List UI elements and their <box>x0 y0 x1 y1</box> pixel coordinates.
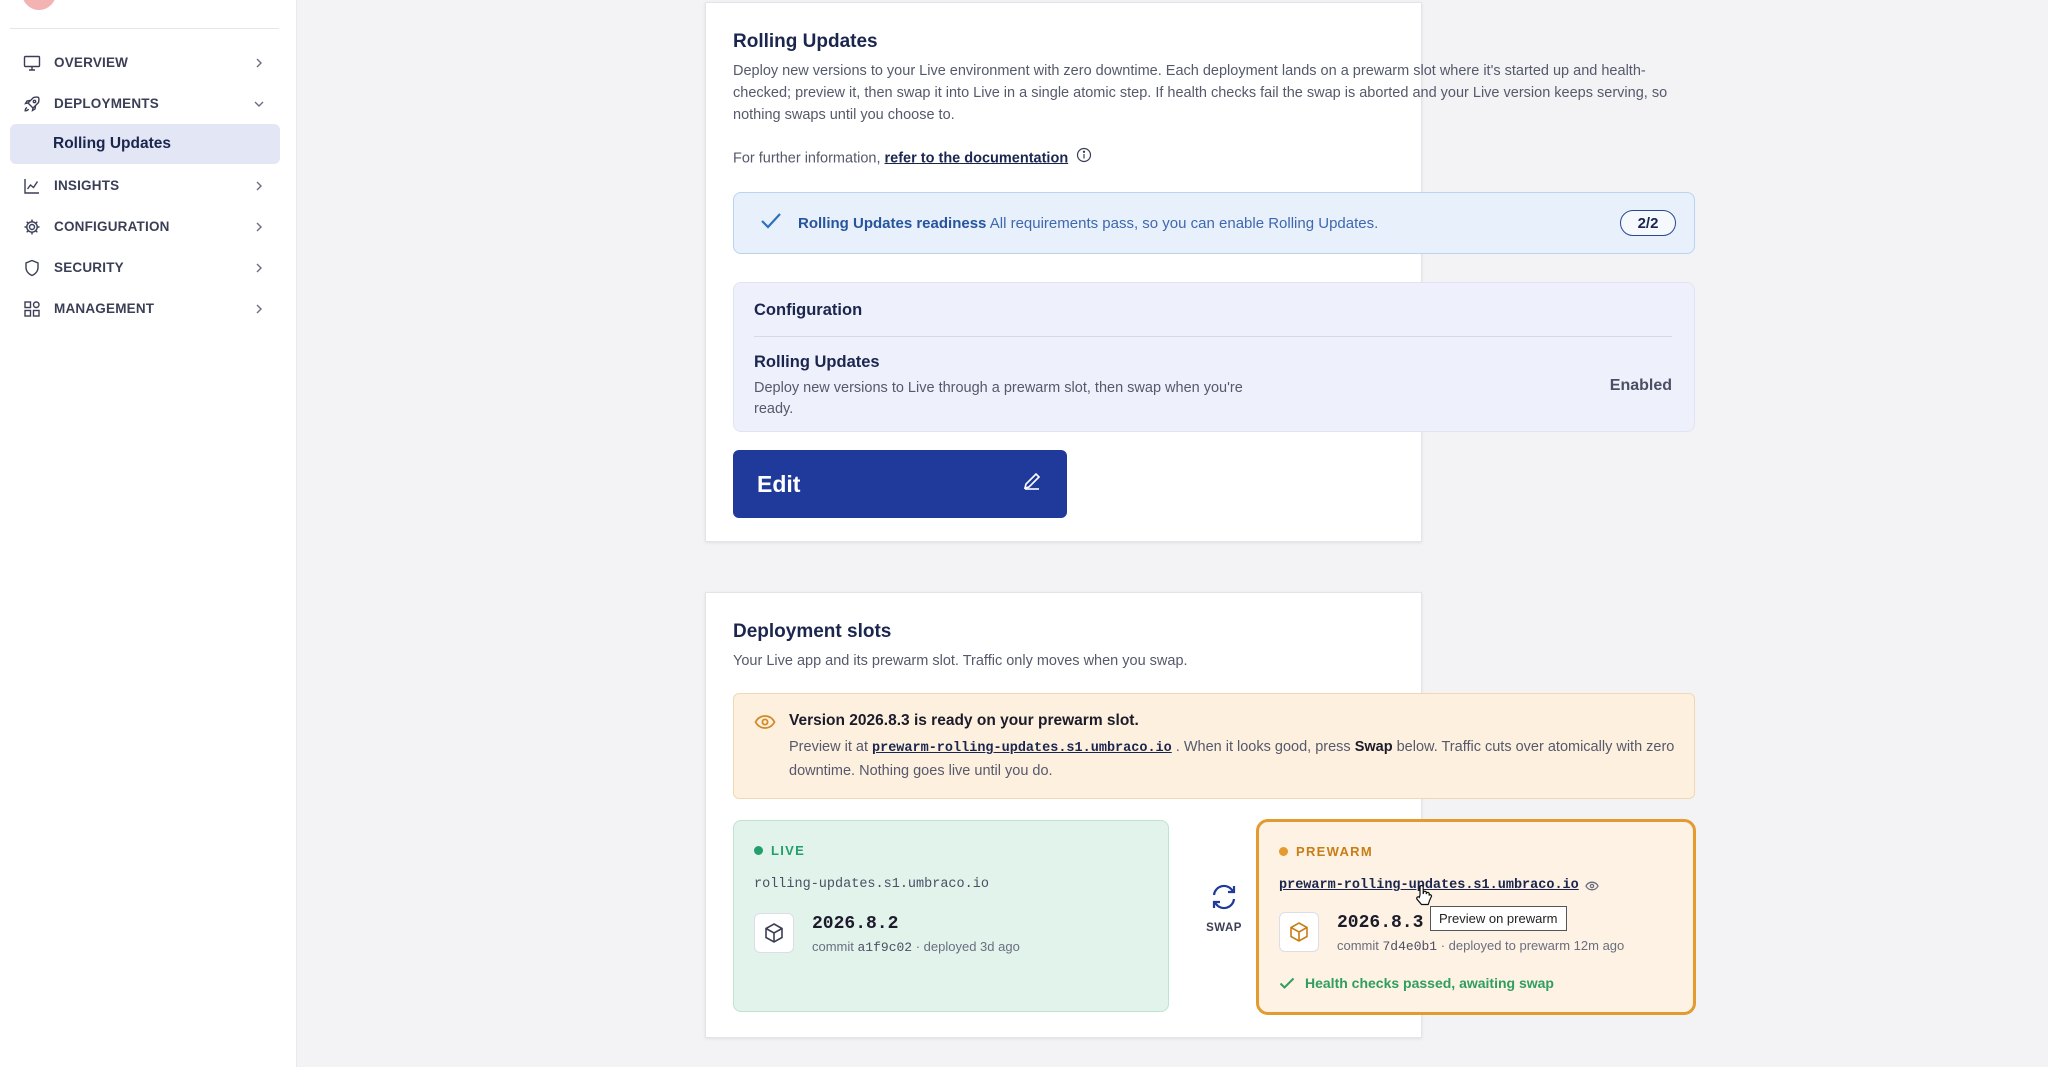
sidebar-item-label: INSIGHTS <box>54 178 120 193</box>
prewarm-commit-prefix: commit <box>1337 938 1383 953</box>
preview-eye-icon[interactable] <box>1584 880 1599 892</box>
prewarm-slot-label: PREWARM <box>1296 844 1373 859</box>
sidebar-item-label: OVERVIEW <box>54 55 129 70</box>
sidebar: OVERVIEW DEPLOYMENTS Rolling Updates INS… <box>0 0 297 1067</box>
chevron-right-icon <box>252 220 266 234</box>
requirements-count-badge: 2/2 <box>1620 210 1676 236</box>
chevron-right-icon <box>252 302 266 316</box>
rolling-updates-title: Rolling Updates <box>733 31 878 52</box>
chevron-right-icon <box>252 261 266 275</box>
prewarm-banner-mid: . When it looks good, press <box>1171 739 1355 755</box>
prewarm-version: 2026.8.3 <box>1337 913 1424 933</box>
live-slot-url: rolling-updates.s1.umbraco.io <box>754 877 989 892</box>
hand-cursor-icon <box>1414 884 1434 913</box>
sidebar-item-label: SECURITY <box>54 260 124 275</box>
live-commit-hash: a1f9c02 <box>857 940 913 955</box>
config-row-status: Enabled <box>1609 377 1672 394</box>
deployment-slots-subtitle: Your Live app and its prewarm slot. Traf… <box>733 653 1188 669</box>
swap-icon <box>1208 884 1240 917</box>
package-icon <box>754 913 794 953</box>
package-icon <box>1279 912 1319 952</box>
prewarm-ready-banner: Version 2026.8.3 is ready on your prewar… <box>733 693 1695 799</box>
sidebar-item-configuration[interactable]: CONFIGURATION <box>10 206 280 247</box>
sidebar-item-overview[interactable]: OVERVIEW <box>10 42 280 83</box>
live-commit-prefix: commit <box>812 939 858 954</box>
readiness-title: Rolling Updates readiness <box>798 214 987 232</box>
chevron-right-icon <box>252 179 266 193</box>
live-version: 2026.8.2 <box>812 914 899 934</box>
further-info: For further information, refer to the do… <box>733 147 1092 170</box>
deployment-slots-card: Deployment slots Your Live app and its p… <box>705 592 1696 1038</box>
prewarm-banner-title: Version 2026.8.3 is ready on your prewar… <box>789 712 1139 729</box>
sidebar-item-insights[interactable]: INSIGHTS <box>10 165 280 206</box>
live-slot-card: LIVE rolling-updates.s1.umbraco.io 2026.… <box>733 820 1169 1012</box>
live-slot-tag: LIVE <box>754 843 805 858</box>
prewarm-deployed-time: · deployed to prewarm 12m ago <box>1437 938 1625 953</box>
prewarm-banner-swap-word: Swap <box>1354 739 1393 755</box>
readiness-banner: Rolling Updates readiness All requiremen… <box>733 192 1695 254</box>
sidebar-item-label: CONFIGURATION <box>54 219 170 234</box>
avatar[interactable] <box>22 0 56 10</box>
edit-button[interactable]: Edit <box>733 450 1067 518</box>
chart-icon <box>22 176 42 196</box>
prewarm-commit-hash: 7d4e0b1 <box>1382 939 1438 954</box>
prewarm-status-dot <box>1279 847 1288 856</box>
sidebar-item-deployments[interactable]: DEPLOYMENTS <box>10 83 280 124</box>
swap-label: SWAP <box>1206 922 1242 934</box>
prewarm-banner-text: Preview it at prewarm-rolling-updates.s1… <box>789 736 1679 782</box>
rolling-updates-card: Rolling Updates Deploy new versions to y… <box>705 2 1695 542</box>
readiness-detail: All requirements pass, so you can enable… <box>986 214 1379 232</box>
edit-button-label: Edit <box>757 470 801 497</box>
chevron-down-icon <box>252 97 266 111</box>
health-status-text: Health checks passed, awaiting swap <box>1305 975 1554 991</box>
monitor-icon <box>22 53 42 73</box>
prewarm-banner-pre: Preview it at <box>789 739 872 755</box>
pencil-icon <box>1021 470 1043 498</box>
check-icon <box>760 212 782 235</box>
documentation-link[interactable]: refer to the documentation <box>885 150 1069 166</box>
sidebar-item-label: MANAGEMENT <box>54 301 155 316</box>
chevron-right-icon <box>252 56 266 70</box>
live-commit-meta: commit a1f9c02 · deployed 3d ago <box>812 939 1020 955</box>
grid-icon <box>22 299 42 319</box>
sidebar-item-label: DEPLOYMENTS <box>54 96 159 111</box>
eye-icon <box>754 714 776 735</box>
sidebar-item-security[interactable]: SECURITY <box>10 247 280 288</box>
live-status-dot <box>754 846 763 855</box>
live-deployed-time: · deployed 3d ago <box>912 939 1020 954</box>
config-row-title: Rolling Updates <box>754 353 880 371</box>
prewarm-url-row: prewarm-rolling-updates.s1.umbraco.io <box>1279 878 1599 893</box>
sidebar-nav: OVERVIEW DEPLOYMENTS Rolling Updates INS… <box>10 42 280 329</box>
rocket-icon <box>22 94 42 114</box>
preview-tooltip: Preview on prewarm <box>1430 906 1567 931</box>
sidebar-subitem-rolling-updates[interactable]: Rolling Updates <box>10 124 280 164</box>
info-icon[interactable] <box>1076 147 1092 170</box>
configuration-panel: Configuration Rolling Updates Deploy new… <box>733 282 1695 432</box>
health-status: Health checks passed, awaiting swap <box>1279 975 1554 991</box>
prewarm-commit-meta: commit 7d4e0b1 · deployed to prewarm 12m… <box>1337 938 1624 954</box>
sidebar-divider <box>10 28 279 29</box>
further-info-text: For further information, <box>733 150 885 167</box>
configuration-heading: Configuration <box>754 301 1672 337</box>
gear-icon <box>22 217 42 237</box>
rolling-updates-description: Deploy new versions to your Live environ… <box>733 63 1668 123</box>
prewarm-slot-tag: PREWARM <box>1279 844 1373 859</box>
prewarm-url-link[interactable]: prewarm-rolling-updates.s1.umbraco.io <box>872 741 1172 756</box>
check-icon <box>1279 977 1295 990</box>
readiness-text: Rolling Updates readiness All requiremen… <box>798 215 1620 232</box>
shield-icon <box>22 258 42 278</box>
swap-button[interactable]: SWAP <box>1204 881 1244 934</box>
config-row-description: Deploy new versions to Live through a pr… <box>754 380 1243 417</box>
live-slot-label: LIVE <box>771 843 806 858</box>
deployment-slots-title: Deployment slots <box>733 621 892 642</box>
sidebar-item-management[interactable]: MANAGEMENT <box>10 288 280 329</box>
